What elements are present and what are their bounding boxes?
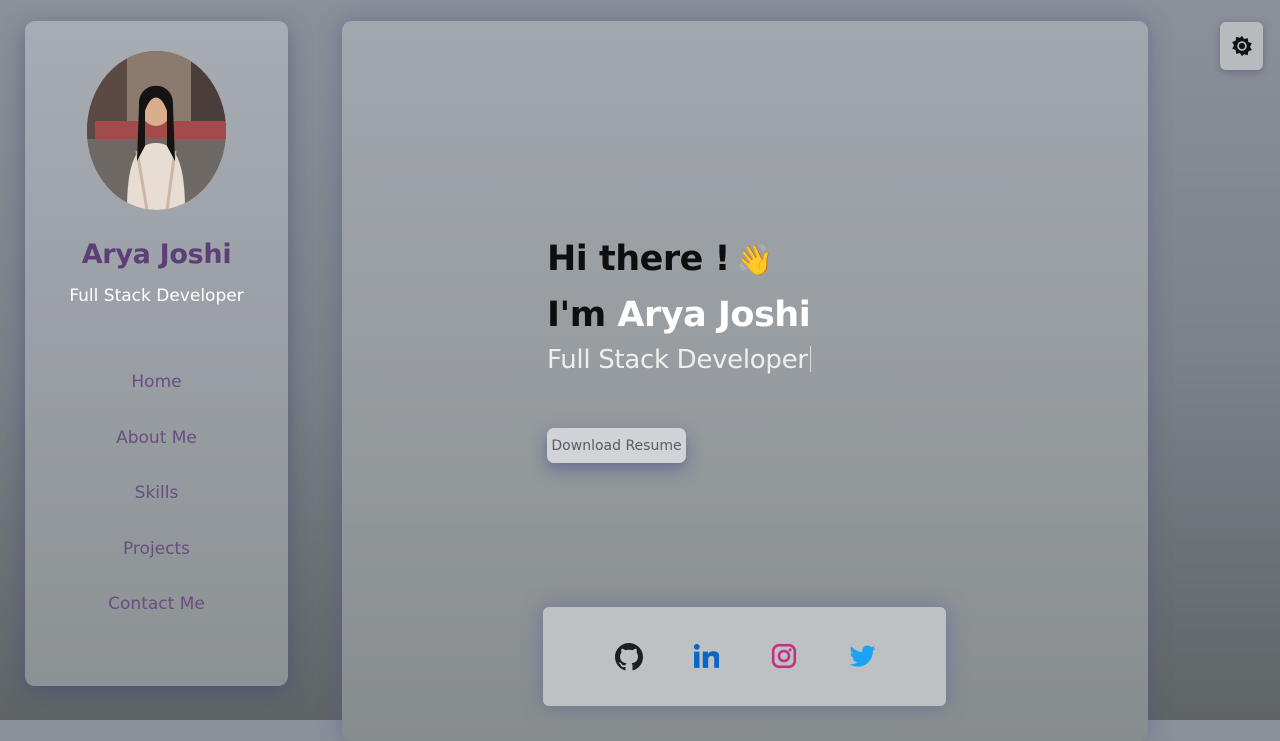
avatar (87, 51, 226, 210)
download-resume-button[interactable]: Download Resume (547, 428, 686, 463)
github-icon[interactable] (615, 643, 643, 671)
nav-item-skills[interactable]: Skills (25, 481, 288, 537)
typed-role: Full Stack Developer (547, 345, 1047, 375)
typing-cursor (809, 346, 811, 372)
profile-name: Arya Joshi (81, 239, 232, 270)
intro-name: Arya Joshi (617, 295, 811, 335)
hero-intro: I'm Arya Joshi (547, 295, 1047, 343)
theme-toggle-button[interactable] (1220, 22, 1263, 70)
nav-item-about-me[interactable]: About Me (25, 426, 288, 482)
linkedin-icon[interactable] (693, 643, 721, 671)
nav-item-projects[interactable]: Projects (25, 537, 288, 593)
sidebar: Arya Joshi Full Stack Developer Home Abo… (25, 21, 288, 686)
greeting-text: Hi there ! (547, 239, 731, 279)
sidebar-nav: Home About Me Skills Projects Contact Me (25, 370, 288, 648)
nav-item-contact-me[interactable]: Contact Me (25, 592, 288, 648)
social-links-bar (543, 607, 946, 706)
typed-role-text: Full Stack Developer (547, 345, 808, 375)
hero-greeting: Hi there ! 👋 (547, 239, 1047, 287)
instagram-icon[interactable] (771, 643, 799, 671)
intro-prefix: I'm (547, 295, 618, 335)
waving-hand-icon: 👋 (736, 243, 773, 278)
hero: Hi there ! 👋 I'm Arya Joshi Full Stack De… (547, 239, 1047, 375)
twitter-icon[interactable] (849, 643, 877, 671)
sun-gear-icon (1232, 35, 1252, 57)
profile-role: Full Stack Developer (69, 286, 244, 306)
nav-item-home[interactable]: Home (25, 370, 288, 426)
